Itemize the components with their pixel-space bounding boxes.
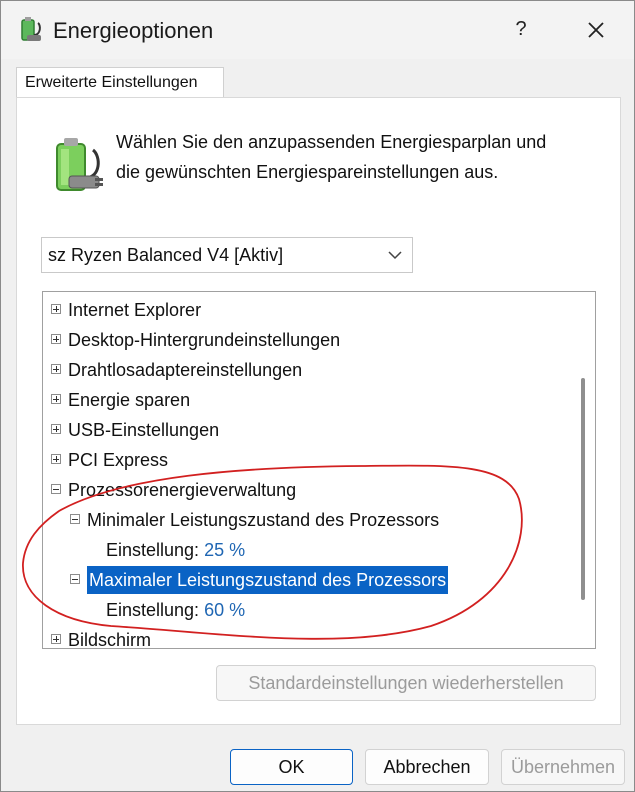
tree-item-label: PCI Express (68, 450, 169, 470)
tree-item-label: Energie sparen (68, 390, 191, 410)
expand-plus-icon[interactable] (51, 634, 61, 644)
battery-power-icon (56, 138, 103, 191)
setting-max-processor-value[interactable]: Einstellung: 60 % (106, 596, 245, 624)
tree-item-label-selected: Maximaler Leistungszustand des Prozessor… (87, 566, 449, 594)
expand-plus-icon[interactable] (51, 304, 61, 314)
tree-item-label: USB-Einstellungen (68, 420, 220, 440)
tab-advanced-settings[interactable]: Erweiterte Einstellungen (16, 67, 224, 99)
setting-label: Einstellung: (106, 600, 200, 620)
setting-label: Einstellung: (106, 540, 200, 560)
help-button[interactable]: ? (507, 15, 535, 43)
expand-plus-icon[interactable] (51, 364, 61, 374)
ok-button[interactable]: OK (230, 749, 353, 785)
battery-plug-icon (21, 17, 41, 41)
tree-scrollbar[interactable] (581, 378, 585, 600)
tree-item-label: Desktop-Hintergrundeinstellungen (68, 330, 341, 350)
intro-line-1: Wählen Sie den anzupassenden Energiespar… (116, 132, 547, 152)
tree-item-label: Minimaler Leistungszustand des Prozessor… (87, 510, 440, 530)
tree-item-label: Internet Explorer (68, 300, 202, 320)
setting-value[interactable]: 60 % (204, 600, 245, 620)
restore-defaults-button[interactable]: Standardeinstellungen wiederherstellen (216, 665, 596, 701)
setting-min-processor-value[interactable]: Einstellung: 25 % (106, 536, 245, 564)
collapse-minus-icon[interactable] (70, 514, 80, 524)
tree-item-label: Drahtlosadaptereinstellungen (68, 360, 303, 380)
power-plan-dropdown[interactable]: sz Ryzen Balanced V4 [Aktiv] (41, 237, 413, 273)
tree-item-label: Bildschirm (68, 630, 152, 649)
power-plan-value: sz Ryzen Balanced V4 [Aktiv] (48, 245, 284, 265)
window-title: Energieoptionen (53, 18, 214, 43)
expand-plus-icon[interactable] (51, 454, 61, 464)
close-icon[interactable] (581, 15, 611, 45)
tree-item-label: Prozessorenergieverwaltung (68, 480, 297, 500)
collapse-minus-icon[interactable] (51, 484, 61, 494)
intro-text: Wählen Sie den anzupassenden Energiespar… (116, 127, 596, 187)
expand-plus-icon[interactable] (51, 394, 61, 404)
intro-line-2: die gewünschten Energiespareinstellungen… (116, 162, 499, 182)
setting-value[interactable]: 25 % (204, 540, 245, 560)
cancel-button[interactable]: Abbrechen (365, 749, 489, 785)
apply-button[interactable]: Übernehmen (501, 749, 625, 785)
expand-plus-icon[interactable] (51, 424, 61, 434)
expand-plus-icon[interactable] (51, 334, 61, 344)
collapse-minus-icon[interactable] (70, 574, 80, 584)
energy-options-dialog: Energieoptionen ? Erweiterte Einstellung… (0, 0, 635, 792)
chevron-down-icon (388, 251, 402, 260)
title-bar: Energieoptionen ? (1, 1, 634, 59)
settings-tree[interactable]: Internet Explorer Desktop-Hintergrundein… (42, 291, 596, 649)
